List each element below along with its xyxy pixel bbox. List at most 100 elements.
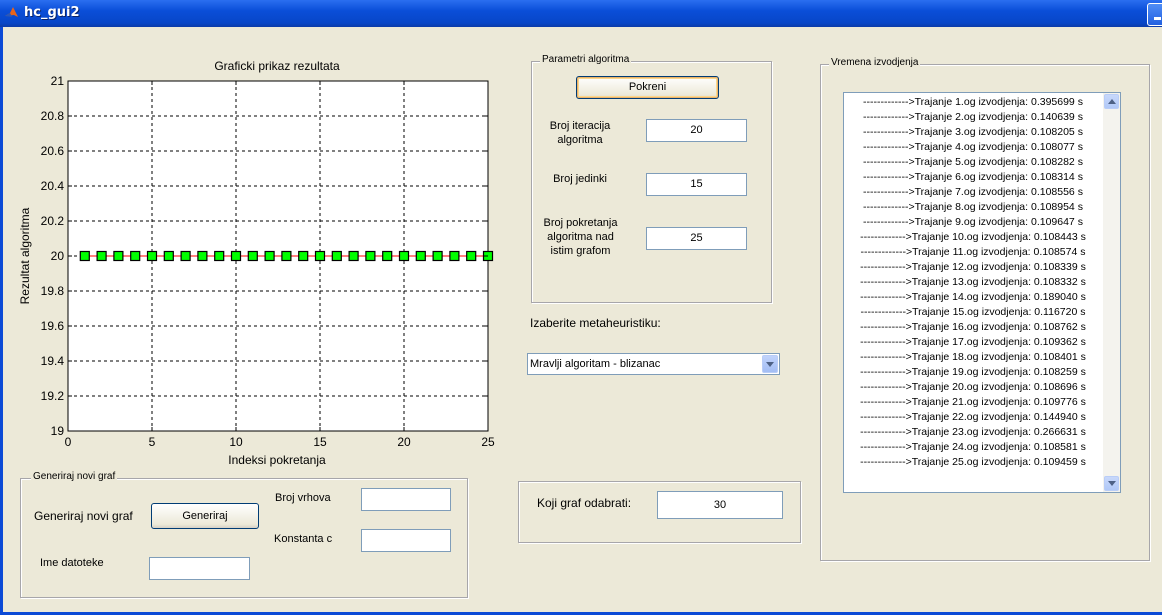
list-item[interactable]: ------------->Trajanje 12.og izvodjenja:… <box>844 260 1102 275</box>
scroll-up-icon[interactable] <box>1104 94 1119 109</box>
times-list: ------------->Trajanje 1.og izvodjenja: … <box>844 95 1102 470</box>
list-item[interactable]: ------------->Trajanje 7.og izvodjenja: … <box>844 185 1102 200</box>
data-point <box>281 250 292 262</box>
generate-label: Generiraj novi graf <box>34 509 133 523</box>
x-tick-label: 10 <box>229 435 243 449</box>
list-item[interactable]: ------------->Trajanje 25.og izvodjenja:… <box>844 455 1102 470</box>
vertices-field[interactable] <box>361 488 451 511</box>
list-item[interactable]: ------------->Trajanje 11.og izvodjenja:… <box>844 245 1102 260</box>
data-point <box>180 250 191 262</box>
graph-select-label: Koji graf odabrati: <box>537 496 632 510</box>
data-point <box>247 250 258 262</box>
iterations-label: Broj iteracija algoritma <box>549 120 611 146</box>
data-point <box>230 250 242 262</box>
metaheuristic-select[interactable]: Mravlji algoritam - blizanac <box>527 353 780 375</box>
y-tick-label: 19 <box>51 424 65 438</box>
plot-title: Graficki prikaz rezultata <box>214 59 340 73</box>
times-scrollbar[interactable] <box>1103 93 1120 492</box>
data-point <box>314 250 326 262</box>
data-point <box>79 250 90 262</box>
vertices-label: Broj vrhova <box>275 492 331 504</box>
list-item[interactable]: ------------->Trajanje 22.og izvodjenja:… <box>844 410 1102 425</box>
list-item[interactable]: ------------->Trajanje 23.og izvodjenja:… <box>844 425 1102 440</box>
list-item[interactable]: ------------->Trajanje 15.og izvodjenja:… <box>844 305 1102 320</box>
data-point <box>331 250 342 262</box>
data-point <box>146 250 158 262</box>
list-item[interactable]: ------------->Trajanje 8.og izvodjenja: … <box>844 200 1102 215</box>
data-point <box>382 250 393 262</box>
times-listbox[interactable]: ------------->Trajanje 1.og izvodjenja: … <box>843 92 1121 493</box>
list-item[interactable]: ------------->Trajanje 1.og izvodjenja: … <box>844 95 1102 110</box>
y-tick-label: 20.2 <box>41 214 65 228</box>
run-button[interactable]: Pokreni <box>576 76 719 99</box>
runs-field[interactable]: 25 <box>646 227 747 250</box>
data-point <box>113 250 124 262</box>
data-point <box>449 250 460 262</box>
list-item[interactable]: ------------->Trajanje 5.og izvodjenja: … <box>844 155 1102 170</box>
y-tick-label: 20.8 <box>41 109 65 123</box>
list-item[interactable]: ------------->Trajanje 6.og izvodjenja: … <box>844 170 1102 185</box>
times-panel-title: Vremena izvodjenja <box>829 57 921 68</box>
y-tick-label: 20 <box>51 249 65 263</box>
list-item[interactable]: ------------->Trajanje 2.og izvodjenja: … <box>844 110 1102 125</box>
data-point <box>130 250 141 262</box>
y-tick-label: 19.4 <box>41 354 65 368</box>
list-item[interactable]: ------------->Trajanje 16.og izvodjenja:… <box>844 320 1102 335</box>
list-item[interactable]: ------------->Trajanje 19.og izvodjenja:… <box>844 365 1102 380</box>
graph-select-field[interactable]: 30 <box>657 491 783 519</box>
data-point <box>298 250 309 262</box>
y-tick-label: 19.2 <box>41 389 65 403</box>
scroll-down-icon[interactable] <box>1104 476 1119 491</box>
data-point <box>415 250 426 262</box>
population-field[interactable]: 15 <box>646 173 747 196</box>
result-plot: Graficki prikaz rezultata 0 5 10 15 20 25 19 19… <box>18 59 495 467</box>
data-point <box>214 250 225 262</box>
constant-field[interactable] <box>361 529 451 552</box>
list-item[interactable]: ------------->Trajanje 24.og izvodjenja:… <box>844 440 1102 455</box>
data-point <box>365 250 376 262</box>
x-tick-label: 0 <box>65 435 72 449</box>
filename-field[interactable] <box>149 557 250 580</box>
list-item[interactable]: ------------->Trajanje 21.og izvodjenja:… <box>844 395 1102 410</box>
x-tick-label: 25 <box>481 435 495 449</box>
generate-panel-title: Generiraj novi graf <box>31 471 118 482</box>
data-point <box>432 250 443 262</box>
list-item[interactable]: ------------->Trajanje 13.og izvodjenja:… <box>844 275 1102 290</box>
list-item[interactable]: ------------->Trajanje 4.og izvodjenja: … <box>844 140 1102 155</box>
population-label: Broj jedinki <box>553 173 607 185</box>
data-point <box>348 250 359 262</box>
data-point <box>466 250 477 262</box>
y-tick-label: 19.8 <box>41 284 65 298</box>
list-item[interactable]: ------------->Trajanje 18.og izvodjenja:… <box>844 350 1102 365</box>
list-item[interactable]: ------------->Trajanje 9.og izvodjenja: … <box>844 215 1102 230</box>
data-point <box>264 250 275 262</box>
x-tick-label: 15 <box>313 435 327 449</box>
x-axis-label: Indeksi pokretanja <box>228 453 326 467</box>
list-item[interactable]: ------------->Trajanje 20.og izvodjenja:… <box>844 380 1102 395</box>
data-point <box>163 250 174 262</box>
y-tick-label: 19.6 <box>41 319 65 333</box>
x-tick-label: 20 <box>397 435 411 449</box>
minimize-button[interactable] <box>1147 3 1162 26</box>
data-point <box>398 250 410 262</box>
x-tick-label: 5 <box>149 435 156 449</box>
data-point <box>96 250 107 262</box>
constant-label: Konstanta c <box>274 533 333 545</box>
list-item[interactable]: ------------->Trajanje 17.og izvodjenja:… <box>844 335 1102 350</box>
y-tick-label: 20.4 <box>41 179 65 193</box>
iterations-field[interactable]: 20 <box>646 119 747 142</box>
list-item[interactable]: ------------->Trajanje 3.og izvodjenja: … <box>844 125 1102 140</box>
y-axis-label: Rezultat algoritma <box>18 207 32 304</box>
list-item[interactable]: ------------->Trajanje 10.og izvodjenja:… <box>844 230 1102 245</box>
generate-button[interactable]: Generiraj <box>151 503 259 529</box>
runs-label: Broj pokretanja algoritma nad istim graf… <box>543 217 618 257</box>
y-tick-label: 21 <box>51 74 65 88</box>
list-item[interactable]: ------------->Trajanje 14.og izvodjenja:… <box>844 290 1102 305</box>
metaheuristic-selected-value: Mravlji algoritam - blizanac <box>530 358 661 370</box>
y-tick-label: 20.6 <box>41 144 65 158</box>
params-panel-title: Parametri algoritma <box>540 54 632 65</box>
data-point <box>197 250 208 262</box>
chevron-down-icon[interactable] <box>762 355 778 373</box>
filename-label: Ime datoteke <box>40 557 104 569</box>
metaheuristic-label: Izaberite metaheuristiku: <box>530 316 661 330</box>
